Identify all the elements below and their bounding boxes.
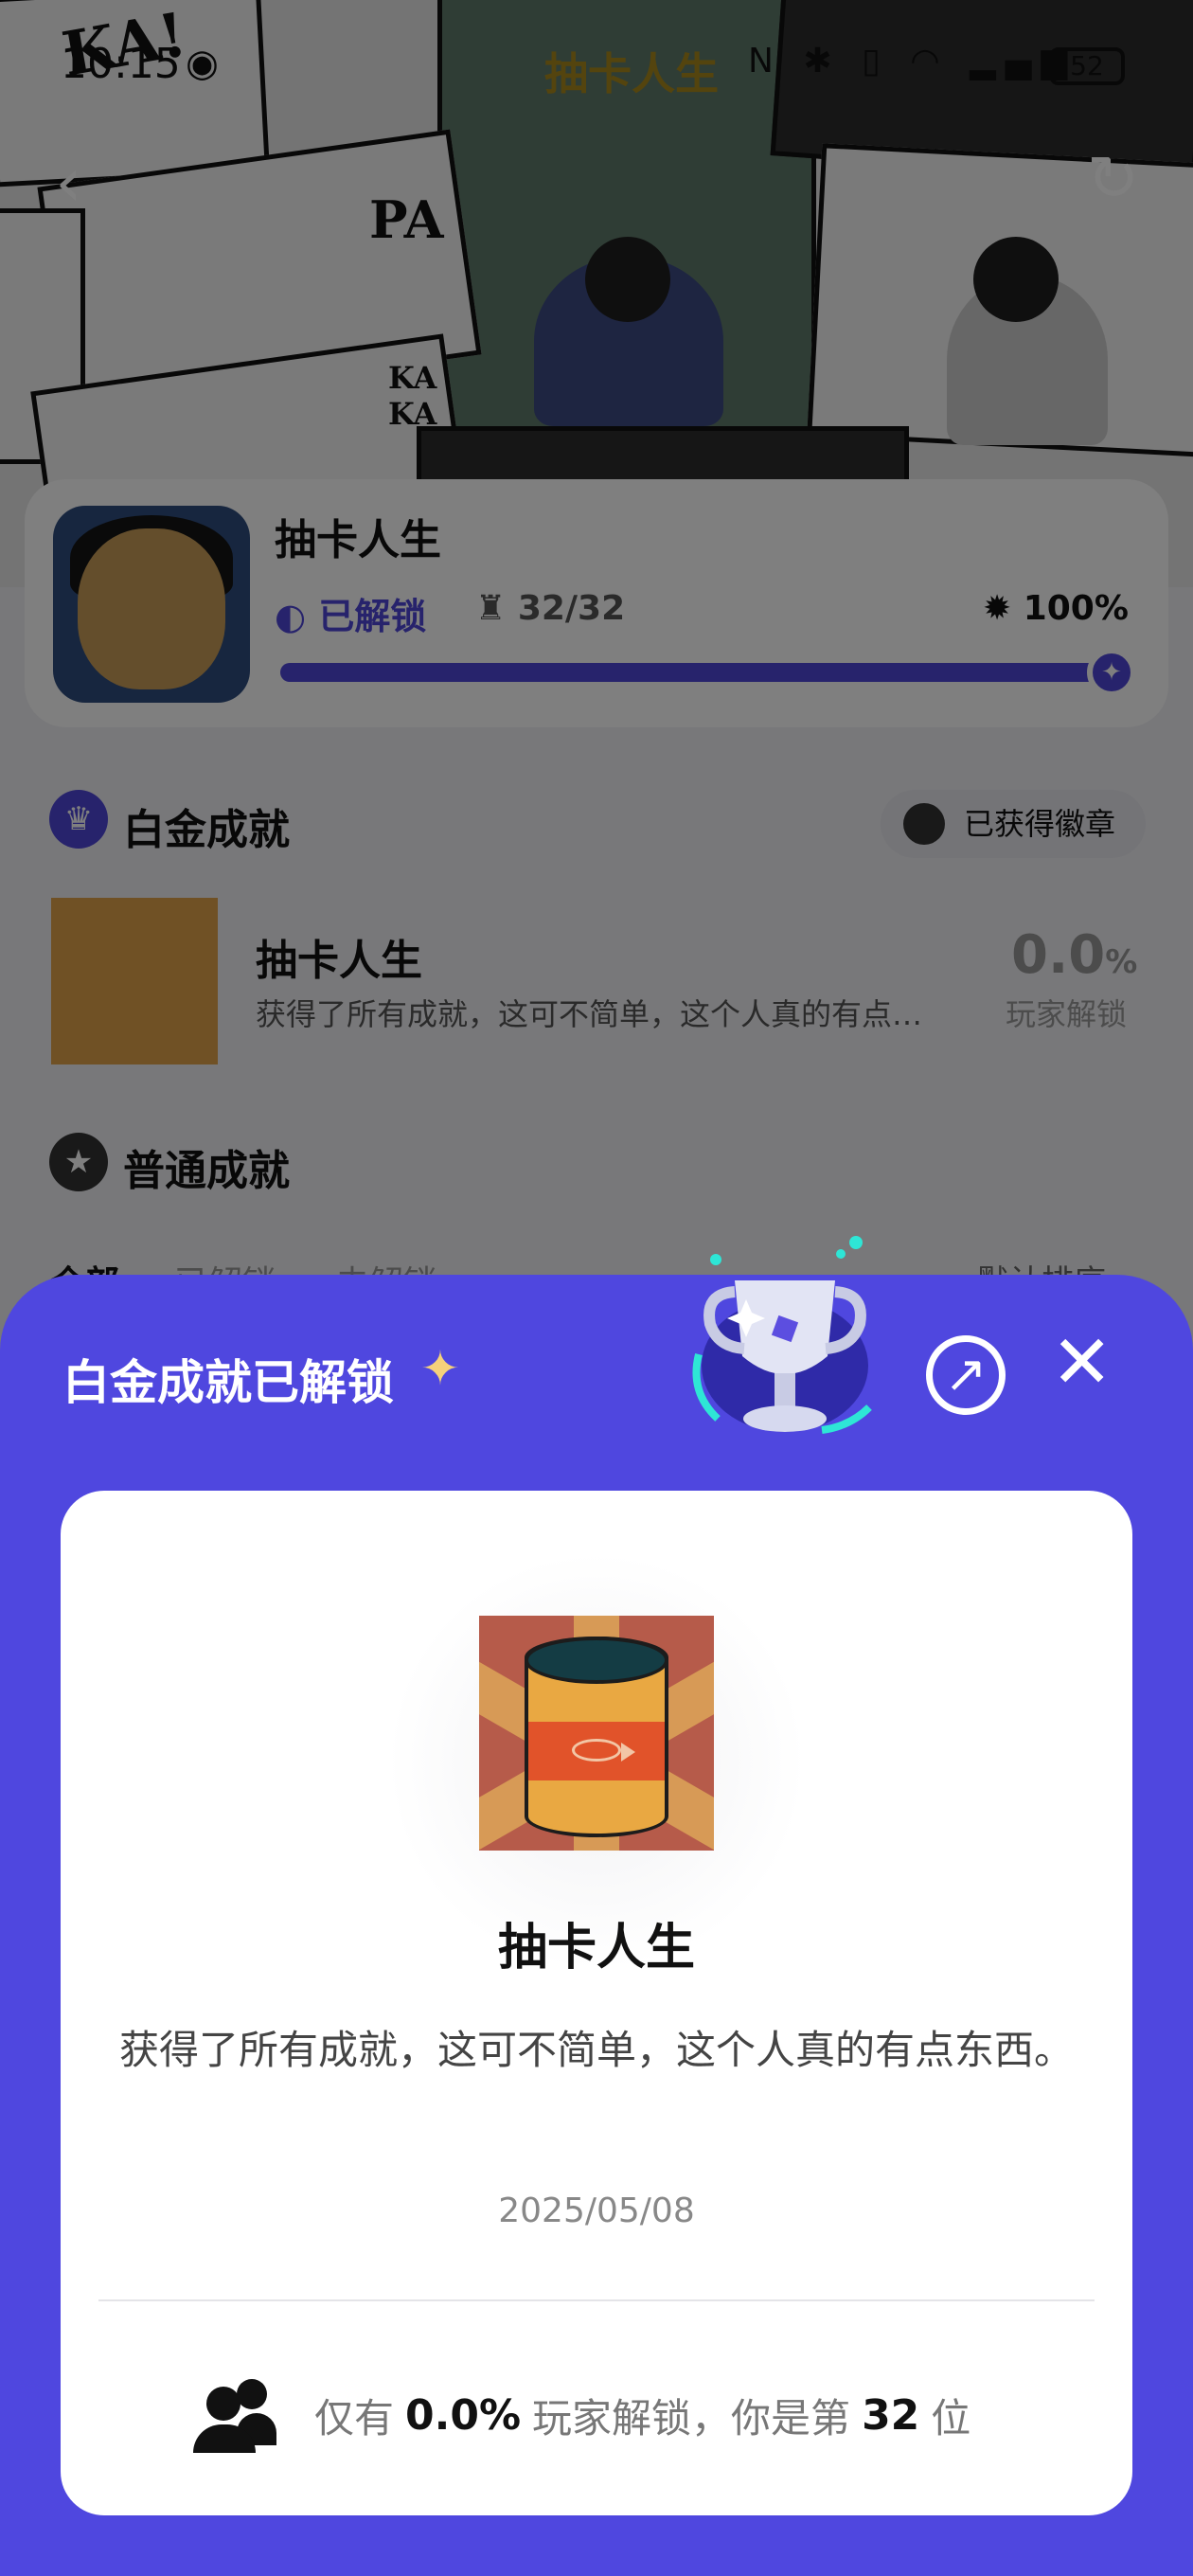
people-head-back (237, 2379, 267, 2409)
stats-rank: 32 (862, 2390, 920, 2440)
trophy-icon (692, 1236, 872, 1434)
stats-middle: 玩家解锁，你是第 (532, 2394, 851, 2442)
sheet-title: 白金成就已解锁 (62, 1355, 394, 1410)
achievement-image (479, 1616, 714, 1851)
sparkle-icon: ✦ (420, 1341, 460, 1396)
can-body (525, 1637, 668, 1837)
stats-prefix: 仅有 (314, 2394, 395, 2442)
unlock-stats: 仅有 0.0% 玩家解锁，你是第 32 位 (193, 2377, 970, 2453)
achievement-detail-card: 抽卡人生 获得了所有成就，这可不简单，这个人真的有点东西。 2025/05/08… (61, 1491, 1132, 2515)
can-label (525, 1722, 668, 1780)
stats-rate: 0.0% (405, 2390, 522, 2440)
stats-suffix: 位 (931, 2394, 971, 2442)
people-head-front (206, 2387, 240, 2421)
fish-icon (572, 1739, 635, 1762)
share-button[interactable]: ↗ (926, 1335, 1006, 1415)
people-icon (193, 2377, 276, 2453)
close-icon[interactable]: ✕ (1051, 1326, 1113, 1400)
achievement-description: 获得了所有成就，这可不简单，这个人真的有点东西。 (118, 2027, 1074, 2073)
divider (98, 2299, 1095, 2301)
platinum-unlocked-sheet: 白金成就已解锁 ✦ ↗ ✕ 抽卡人生 获得了所有成就，这可不简单，这个人真的有点… (0, 1236, 1193, 2576)
can-lid (525, 1637, 668, 1684)
unlock-date: 2025/05/08 (498, 2191, 695, 2230)
achievement-title: 抽卡人生 (497, 1920, 695, 1977)
